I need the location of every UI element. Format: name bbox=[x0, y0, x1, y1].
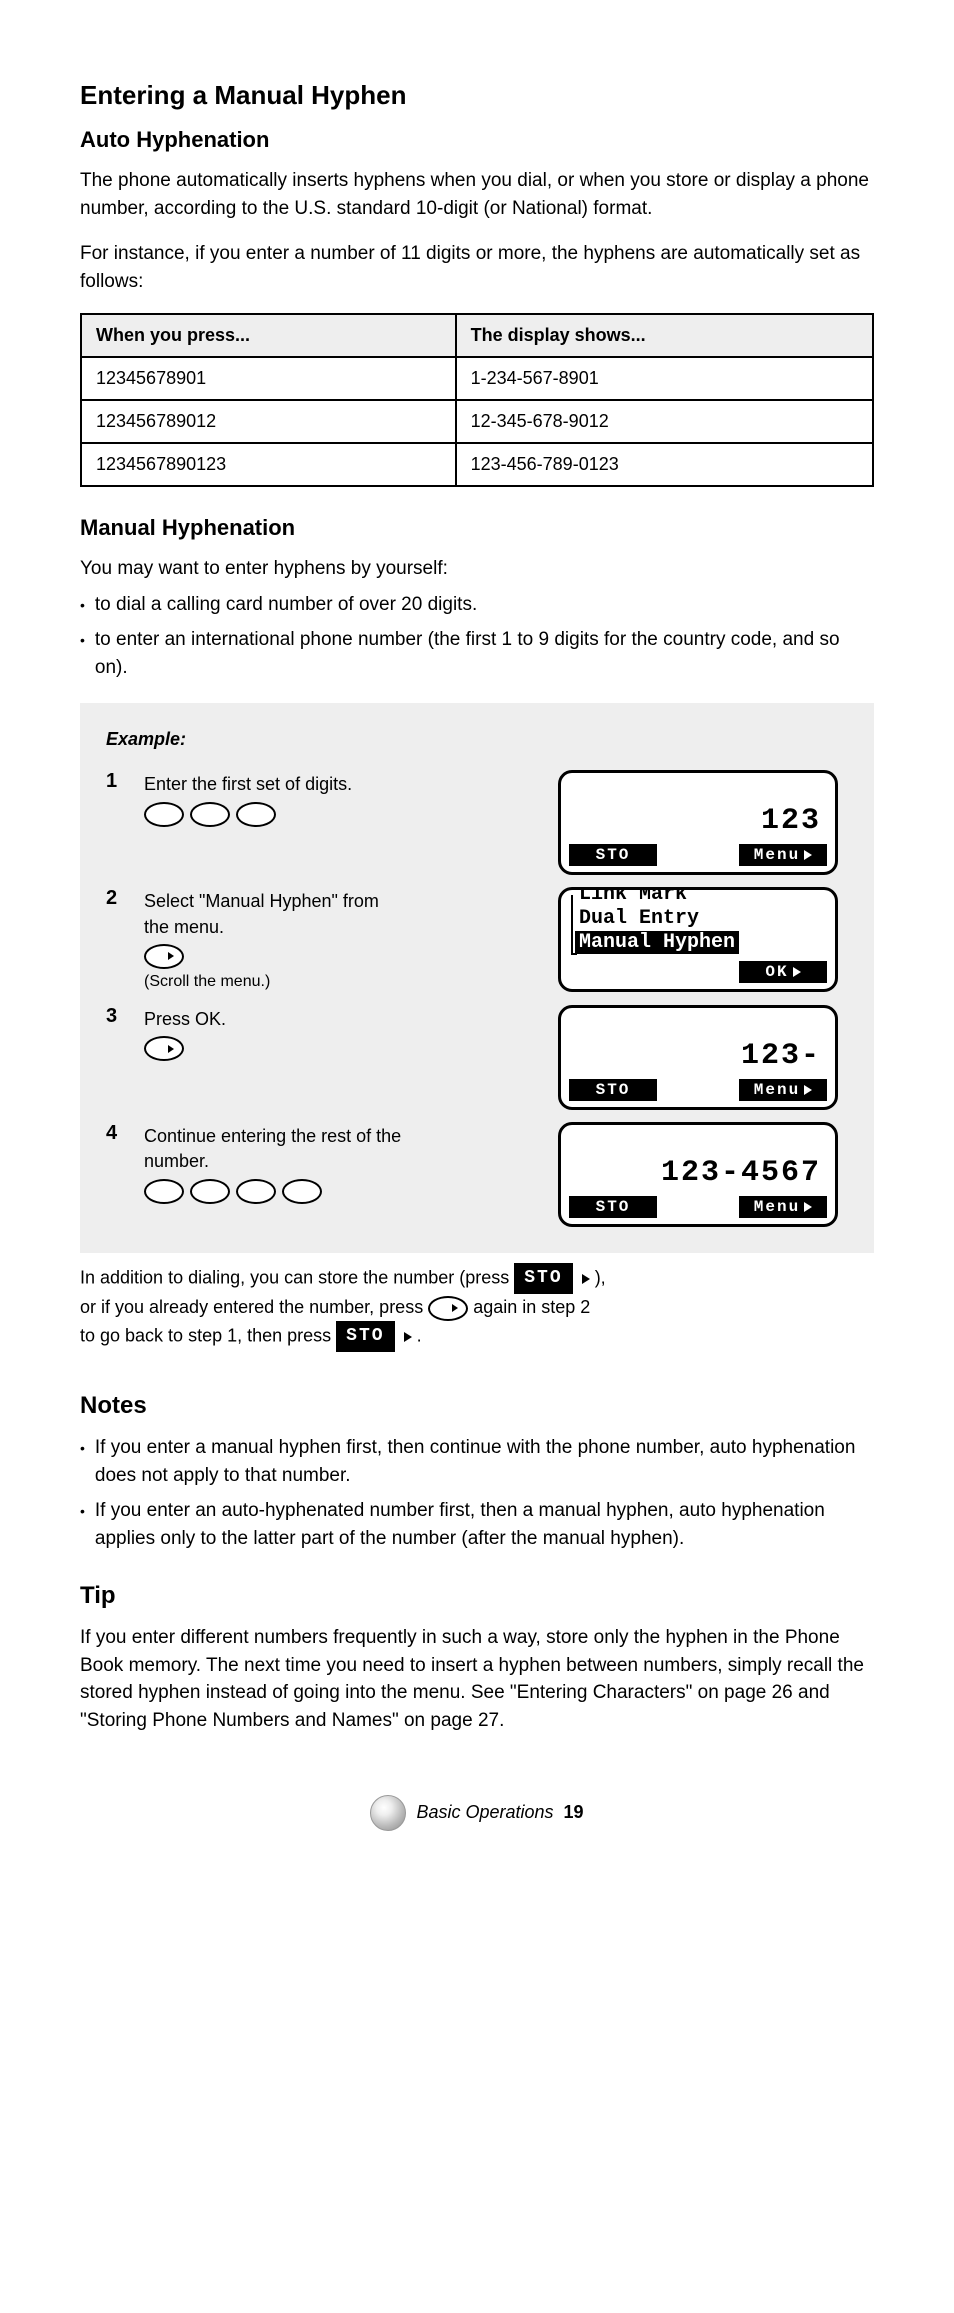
screen-display-text: 123 bbox=[571, 804, 825, 838]
para-auto-1: The phone automatically inserts hyphens … bbox=[80, 167, 874, 222]
softkey-right[interactable]: Menu bbox=[739, 844, 827, 866]
note-item: • If you enter a manual hyphen first, th… bbox=[80, 1434, 874, 1489]
table-row: 12345678901 1-234-567-8901 bbox=[81, 357, 873, 400]
bullet-icon: • bbox=[80, 1497, 85, 1519]
example-box: Example: 1 Enter the first set of digits… bbox=[80, 703, 874, 1253]
menu-item[interactable]: Dual Entry bbox=[569, 907, 827, 931]
keypad-button-icon bbox=[190, 802, 230, 827]
step-number: 3 bbox=[106, 1005, 134, 1028]
subheading-auto: Auto Hyphenation bbox=[80, 127, 874, 153]
menu-item[interactable]: Link Mark bbox=[569, 887, 827, 907]
keypad-button-icon bbox=[144, 1179, 184, 1204]
chevron-right-icon bbox=[804, 850, 812, 860]
phone-screen-menu: Menu Link Mark Dual Entry Manual Hyphen … bbox=[558, 887, 838, 992]
softkey-right[interactable]: Menu bbox=[739, 1196, 827, 1218]
page-number: 19 bbox=[564, 1802, 584, 1823]
step-row: 3 Press OK. 123- STO Menu bbox=[106, 1005, 848, 1110]
step-number: 1 bbox=[106, 770, 134, 793]
para-auto-2: For instance, if you enter a number of 1… bbox=[80, 240, 874, 295]
softkey-inline-sto: STO bbox=[514, 1263, 572, 1294]
bullet-item: • to enter an international phone number… bbox=[80, 626, 874, 681]
step-number: 4 bbox=[106, 1122, 134, 1145]
after-instructions: In addition to dialing, you can store th… bbox=[80, 1263, 874, 1352]
bullet-item: • to dial a calling card number of over … bbox=[80, 591, 874, 619]
auto-hyphen-table: When you press... The display shows... 1… bbox=[80, 313, 874, 487]
right-jog-button-icon bbox=[428, 1296, 468, 1321]
chevron-right-icon bbox=[404, 1332, 412, 1342]
keypad-button-icon bbox=[236, 802, 276, 827]
bullet-icon: • bbox=[80, 626, 85, 648]
step-text: Continue entering the rest of the number… bbox=[144, 1122, 404, 1174]
keypad-button-icon bbox=[236, 1179, 276, 1204]
softkey-left[interactable]: STO bbox=[569, 844, 657, 866]
bullet-icon: • bbox=[80, 1434, 85, 1456]
bullet-icon: • bbox=[80, 591, 85, 613]
right-jog-button-icon bbox=[144, 944, 184, 969]
keypad-button-icon bbox=[282, 1179, 322, 1204]
step-row: 2 Select "Manual Hyphen" from the menu. … bbox=[106, 887, 848, 993]
phone-screen: 123 STO Menu bbox=[558, 770, 838, 875]
chevron-right-icon bbox=[804, 1085, 812, 1095]
screen-display-text: 123-4567 bbox=[571, 1156, 825, 1190]
chevron-right-icon bbox=[793, 967, 801, 977]
table-header-right: The display shows... bbox=[456, 314, 873, 357]
softkey-inline-sto: STO bbox=[336, 1321, 394, 1352]
tip-text: If you enter different numbers frequentl… bbox=[80, 1624, 874, 1734]
tip-heading: Tip bbox=[80, 1582, 874, 1610]
note-item: • If you enter an auto-hyphenated number… bbox=[80, 1497, 874, 1552]
menu-item-selected[interactable]: Manual Hyphen bbox=[575, 931, 739, 954]
softkey-right[interactable]: OK bbox=[739, 961, 827, 983]
step-text: Enter the first set of digits. bbox=[144, 770, 352, 797]
page-title: Entering a Manual Hyphen bbox=[80, 80, 874, 111]
subheading-manual: Manual Hyphenation bbox=[80, 515, 874, 541]
scroll-note: (Scroll the menu.) bbox=[144, 969, 404, 993]
softkey-right[interactable]: Menu bbox=[739, 1079, 827, 1101]
page-footer: Basic Operations 19 bbox=[80, 1795, 874, 1831]
table-row: 123456789012 12-345-678-9012 bbox=[81, 400, 873, 443]
notes-heading: Notes bbox=[80, 1392, 874, 1420]
screen-display-text: 123- bbox=[571, 1039, 825, 1073]
keypad-button-icon bbox=[144, 802, 184, 827]
right-jog-button-icon bbox=[144, 1036, 184, 1061]
footer-sphere-icon bbox=[370, 1795, 406, 1831]
phone-screen: 123- STO Menu bbox=[558, 1005, 838, 1110]
softkey-left[interactable]: STO bbox=[569, 1079, 657, 1101]
table-header-left: When you press... bbox=[81, 314, 456, 357]
footer-section-label: Basic Operations bbox=[416, 1802, 553, 1823]
step-text: Select "Manual Hyphen" from the menu. bbox=[144, 887, 404, 939]
step-row: 4 Continue entering the rest of the numb… bbox=[106, 1122, 848, 1227]
example-label: Example: bbox=[106, 729, 848, 750]
softkey-left[interactable]: STO bbox=[569, 1196, 657, 1218]
para-manual-intro: You may want to enter hyphens by yoursel… bbox=[80, 555, 874, 583]
keypad-button-icon bbox=[190, 1179, 230, 1204]
step-number: 2 bbox=[106, 887, 134, 910]
chevron-right-icon bbox=[804, 1202, 812, 1212]
chevron-right-icon bbox=[582, 1274, 590, 1284]
table-row: 1234567890123 123-456-789-0123 bbox=[81, 443, 873, 486]
step-text: Press OK. bbox=[144, 1005, 226, 1032]
phone-screen: 123-4567 STO Menu bbox=[558, 1122, 838, 1227]
step-row: 1 Enter the first set of digits. 123 bbox=[106, 770, 848, 875]
